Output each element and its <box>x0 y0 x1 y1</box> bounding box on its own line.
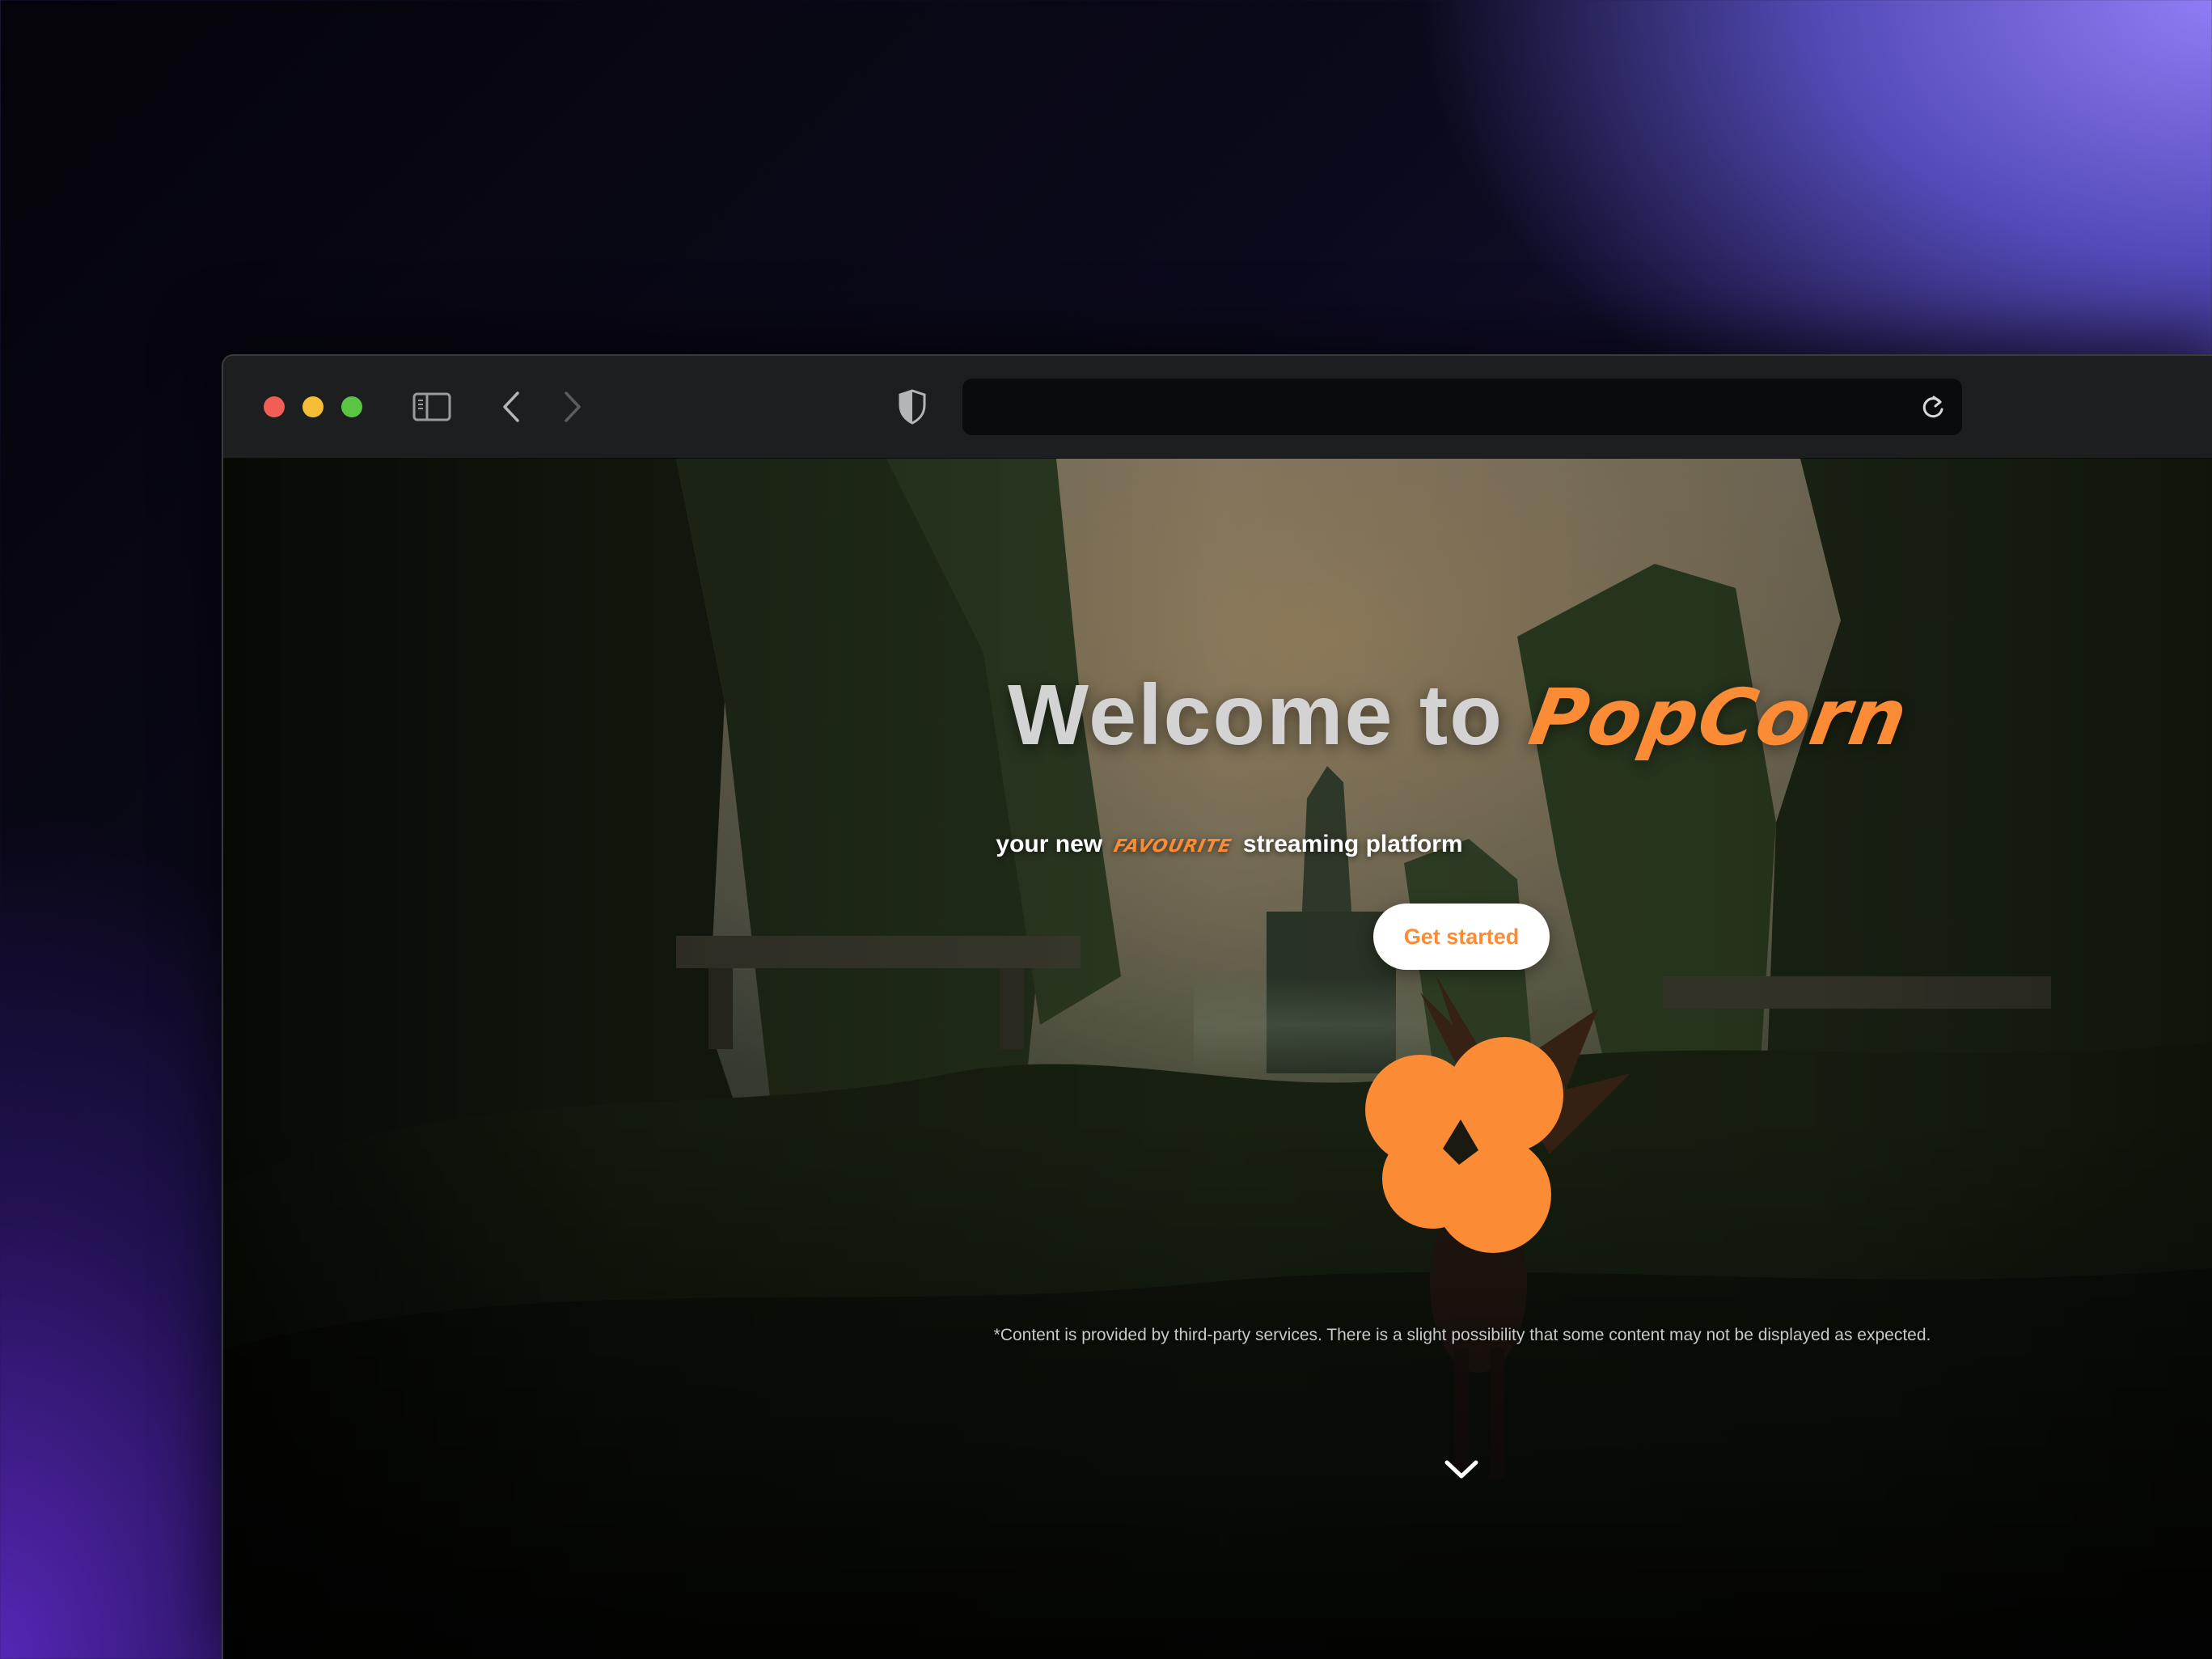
hero-title-prefix: Welcome to <box>1008 667 1504 763</box>
browser-toolbar <box>223 356 2212 459</box>
subtitle-after: streaming platform <box>1242 831 1463 857</box>
shield-icon[interactable] <box>895 387 930 426</box>
sidebar-toggle-icon[interactable] <box>411 391 453 423</box>
get-started-button[interactable]: Get started <box>1373 904 1550 970</box>
reload-icon[interactable] <box>1917 391 1949 423</box>
brand-name: PopCorn <box>1523 672 1914 763</box>
subtitle-highlight: FAVOURITE <box>1111 836 1234 857</box>
subtitle-before: your new <box>996 831 1103 857</box>
chevron-down-icon[interactable] <box>1441 1454 1482 1486</box>
maximize-window-button[interactable] <box>341 396 362 417</box>
chevron-left-icon[interactable] <box>495 389 527 425</box>
browser-window: Welcome to PopCorn your new FAVOURITE st… <box>222 354 2212 1659</box>
minimize-window-button[interactable] <box>302 396 324 417</box>
hero-title: Welcome to PopCorn <box>1008 667 1914 764</box>
chevron-right-icon[interactable] <box>556 389 589 425</box>
address-bar[interactable] <box>962 379 1962 435</box>
popcorn-logo <box>1339 1029 1582 1272</box>
hero-overlay <box>223 459 2212 1659</box>
disclaimer-text: *Content is provided by third-party serv… <box>993 1326 1931 1344</box>
close-window-button[interactable] <box>264 396 285 417</box>
page-viewport: Welcome to PopCorn your new FAVOURITE st… <box>223 459 2212 1659</box>
